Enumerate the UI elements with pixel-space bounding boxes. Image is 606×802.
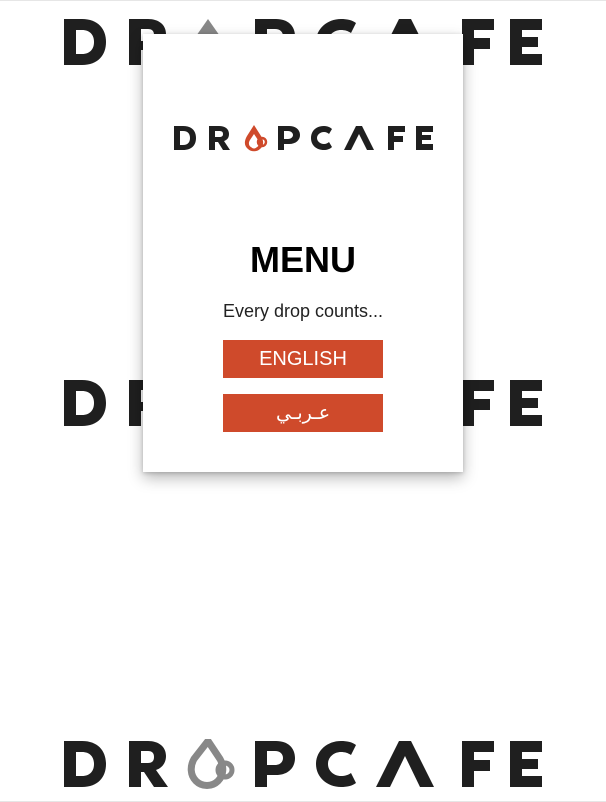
- background-logo-bottom: [64, 739, 542, 789]
- page-title: MENU: [250, 239, 356, 280]
- tagline: Every drop counts...: [222, 301, 384, 321]
- english-button[interactable]: ENGLISH: [223, 340, 383, 378]
- top-divider: [0, 0, 606, 1]
- drop-cup-icon: [244, 125, 268, 152]
- language-select-card: MENU Every drop counts... ENGLISH عـربـي: [143, 34, 463, 472]
- dropcafe-logo: [174, 124, 434, 152]
- arabic-button[interactable]: عـربـي: [223, 394, 383, 432]
